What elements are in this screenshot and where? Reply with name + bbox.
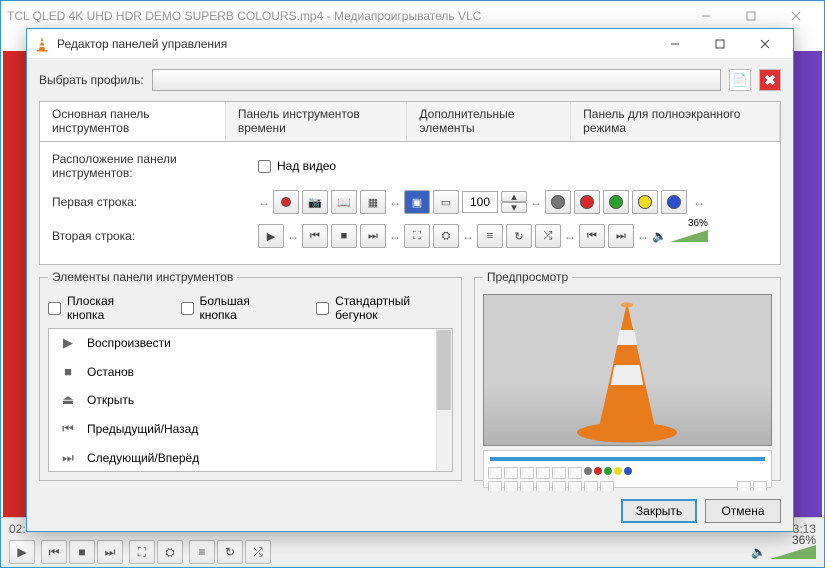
eject-icon: ⏏ bbox=[59, 392, 77, 408]
dialog-title: Редактор панелей управления bbox=[57, 37, 652, 51]
blue-dot[interactable] bbox=[661, 190, 687, 214]
volume-slider[interactable] bbox=[770, 545, 816, 559]
aspect-icon[interactable]: ▭ bbox=[433, 190, 459, 214]
play-button[interactable]: ▶ bbox=[9, 540, 35, 564]
preview-group-title: Предпросмотр bbox=[483, 270, 572, 284]
loop-icon[interactable]: ↻ bbox=[506, 224, 532, 248]
tab-advanced[interactable]: Дополнительные элементы bbox=[407, 102, 571, 141]
gray-dot[interactable] bbox=[545, 190, 571, 214]
line1-label: Первая строка: bbox=[52, 195, 248, 209]
crop-icon[interactable]: ▣ bbox=[404, 190, 430, 214]
spacer-icon[interactable]: ↔ bbox=[462, 229, 474, 243]
record-icon[interactable] bbox=[273, 190, 299, 214]
elements-list[interactable]: ▶Воспроизвести ■Останов ⏏Открыть ⏮Предыд… bbox=[48, 328, 453, 472]
next-icon: ⏭ bbox=[59, 450, 77, 466]
elements-group-title: Элементы панели инструментов bbox=[48, 270, 237, 284]
stop-icon[interactable]: ■ bbox=[331, 224, 357, 248]
snapshot-icon[interactable]: 📷 bbox=[302, 190, 328, 214]
settings-button[interactable]: ⛭ bbox=[157, 540, 183, 564]
expand-spacer-icon[interactable]: ↔ bbox=[693, 195, 705, 209]
dialog-maximize-button[interactable] bbox=[697, 30, 742, 58]
delete-profile-button[interactable]: ✖ bbox=[759, 69, 781, 91]
preview-area bbox=[483, 294, 772, 446]
vlc-cone-icon bbox=[33, 35, 51, 53]
main-minimize-button[interactable] bbox=[683, 2, 728, 30]
red-dot[interactable] bbox=[574, 190, 600, 214]
flat-button-checkbox[interactable]: Плоская кнопка bbox=[48, 294, 153, 322]
mute-icon[interactable]: 🔈 bbox=[751, 545, 766, 559]
tab-fullscreen[interactable]: Панель для полноэкранного режима bbox=[571, 102, 780, 141]
above-video-checkbox[interactable]: Над видео bbox=[258, 159, 336, 173]
spacer-icon[interactable]: ↔ bbox=[389, 229, 401, 243]
prev-button[interactable]: ⏮ bbox=[41, 540, 67, 564]
list-item: ■Останов bbox=[49, 358, 452, 386]
list-item: ▶Воспроизвести bbox=[49, 329, 452, 358]
yellow-dot[interactable] bbox=[632, 190, 658, 214]
volume-slider[interactable] bbox=[670, 230, 708, 242]
next-button[interactable]: ⏭ bbox=[97, 540, 123, 564]
spacer-icon[interactable]: ↔ bbox=[637, 229, 649, 243]
stop-icon: ■ bbox=[59, 364, 77, 379]
skip-fwd-icon[interactable]: ⏭ bbox=[608, 224, 634, 248]
play-icon[interactable]: ▶ bbox=[258, 224, 284, 248]
line2-toolbar[interactable]: ▶ ↔ ⏮ ■ ⏭ ↔ ⛶ ⛭ ↔ ≡ ↻ ⤮ ↔ ⏮ ⏭ ↔ 🔈 bbox=[258, 224, 708, 248]
prev-icon[interactable]: ⏮ bbox=[302, 224, 328, 248]
profile-select[interactable] bbox=[152, 69, 721, 91]
dialog-minimize-button[interactable] bbox=[652, 30, 697, 58]
main-close-button[interactable] bbox=[773, 2, 818, 30]
volume-percent: 36% bbox=[792, 533, 816, 547]
mute-icon[interactable]: 🔈 bbox=[652, 229, 667, 243]
playlist-icon[interactable]: ≡ bbox=[477, 224, 503, 248]
preview-controls bbox=[483, 450, 772, 488]
volume-percent: 36% bbox=[688, 218, 708, 229]
tab-main-toolbar[interactable]: Основная панель инструментов bbox=[40, 102, 226, 142]
shuffle-button[interactable]: ⤮ bbox=[245, 540, 271, 564]
stop-button[interactable]: ■ bbox=[69, 540, 95, 564]
shuffle-icon[interactable]: ⤮ bbox=[535, 224, 561, 248]
standard-slider-checkbox[interactable]: Стандартный бегунок bbox=[316, 294, 453, 322]
play-icon: ▶ bbox=[59, 335, 77, 351]
list-item: ⏭Следующий/Вперёд bbox=[49, 444, 452, 472]
close-button[interactable]: Закрыть bbox=[621, 499, 697, 523]
new-profile-button[interactable]: 📄 bbox=[729, 69, 751, 91]
expand-spacer-icon[interactable]: ↔ bbox=[258, 195, 270, 209]
zoom-down[interactable]: ▾ bbox=[501, 202, 527, 213]
time-elapsed: 02: bbox=[9, 522, 26, 536]
fullscreen-button[interactable]: ⛶ bbox=[129, 540, 155, 564]
toolbar-location-label: Расположение панели инструментов: bbox=[52, 152, 248, 180]
green-dot[interactable] bbox=[603, 190, 629, 214]
main-window-title: TCL QLED 4K UHD HDR DEMO SUPERB COLOURS.… bbox=[7, 9, 683, 23]
prev-icon: ⏮ bbox=[59, 421, 77, 437]
frame-icon[interactable]: ▦ bbox=[360, 190, 386, 214]
cancel-button[interactable]: Отмена bbox=[705, 499, 781, 523]
tab-bar: Основная панель инструментов Панель инст… bbox=[39, 101, 781, 141]
exteq-icon[interactable]: ⛭ bbox=[433, 224, 459, 248]
zoom-value[interactable] bbox=[462, 191, 498, 213]
expand-spacer-icon[interactable]: ↔ bbox=[530, 195, 542, 209]
toolbar-editor-dialog: Редактор панелей управления Выбрать проф… bbox=[26, 28, 794, 532]
line2-label: Вторая строка: bbox=[52, 229, 248, 243]
list-item: ⏏Открыть bbox=[49, 386, 452, 415]
list-item: ⏮Предыдущий/Назад bbox=[49, 415, 452, 444]
atob-icon[interactable]: 📖 bbox=[331, 190, 357, 214]
line1-toolbar[interactable]: ↔ 📷 📖 ▦ ↔ ▣ ▭ ▴ ▾ ↔ bbox=[258, 190, 705, 214]
spacer-icon[interactable]: ↔ bbox=[287, 229, 299, 243]
main-maximize-button[interactable] bbox=[728, 2, 773, 30]
list-scrollbar[interactable] bbox=[436, 329, 452, 471]
skip-back-icon[interactable]: ⏮ bbox=[579, 224, 605, 248]
tab-time-toolbar[interactable]: Панель инструментов времени bbox=[226, 102, 408, 141]
expand-spacer-icon[interactable]: ↔ bbox=[389, 195, 401, 209]
spacer-icon[interactable]: ↔ bbox=[564, 229, 576, 243]
loop-button[interactable]: ↻ bbox=[217, 540, 243, 564]
fullscreen-icon[interactable]: ⛶ bbox=[404, 224, 430, 248]
playlist-button[interactable]: ≡ bbox=[189, 540, 215, 564]
next-icon[interactable]: ⏭ bbox=[360, 224, 386, 248]
dialog-close-button[interactable] bbox=[742, 30, 787, 58]
profile-label: Выбрать профиль: bbox=[39, 73, 144, 87]
big-button-checkbox[interactable]: Большая кнопка bbox=[181, 294, 289, 322]
